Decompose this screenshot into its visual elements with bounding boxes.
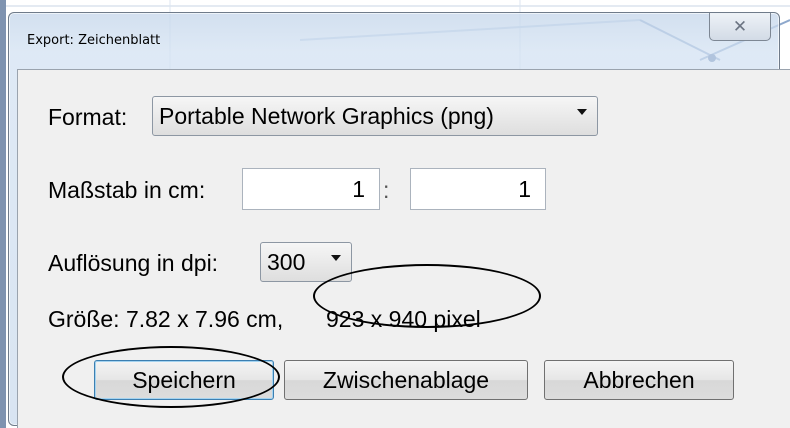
close-button[interactable]: ✕ — [709, 13, 771, 41]
size-info-cm: Größe: 7.82 x 7.96 cm, — [48, 306, 284, 332]
chevron-down-icon — [331, 255, 341, 261]
format-select-value: Portable Network Graphics (png) — [159, 102, 494, 129]
clipboard-button[interactable]: Zwischenablage — [284, 360, 528, 400]
dialog-title: Export: Zeichenblatt — [27, 33, 161, 48]
scale-right-value: 1 — [518, 175, 531, 202]
scale-label: Maßstab in cm: — [48, 177, 206, 203]
format-label: Format: — [48, 104, 128, 130]
scale-left-value: 1 — [352, 175, 365, 202]
dialog-content-panel: Format: Portable Network Graphics (png) … — [17, 69, 790, 428]
cancel-button-label: Abbrechen — [583, 366, 695, 393]
save-button-label: Speichern — [132, 366, 236, 393]
export-dialog: Export: Zeichenblatt ✕ Format: Portable … — [8, 12, 790, 428]
scale-right-input[interactable]: 1 — [410, 168, 546, 210]
close-icon: ✕ — [732, 16, 748, 37]
chevron-down-icon — [577, 109, 587, 115]
resolution-select[interactable]: 300 — [260, 242, 352, 282]
resolution-label: Auflösung in dpi: — [48, 250, 219, 276]
cancel-button[interactable]: Abbrechen — [544, 360, 734, 400]
size-info-pixel: 923 x 940 pixel — [326, 306, 481, 332]
format-select[interactable]: Portable Network Graphics (png) — [152, 96, 598, 136]
scale-separator: : — [383, 177, 390, 203]
clipboard-button-label: Zwischenablage — [322, 366, 490, 393]
save-button[interactable]: Speichern — [94, 360, 274, 400]
scale-left-input[interactable]: 1 — [242, 168, 380, 210]
resolution-select-value: 300 — [267, 248, 306, 275]
